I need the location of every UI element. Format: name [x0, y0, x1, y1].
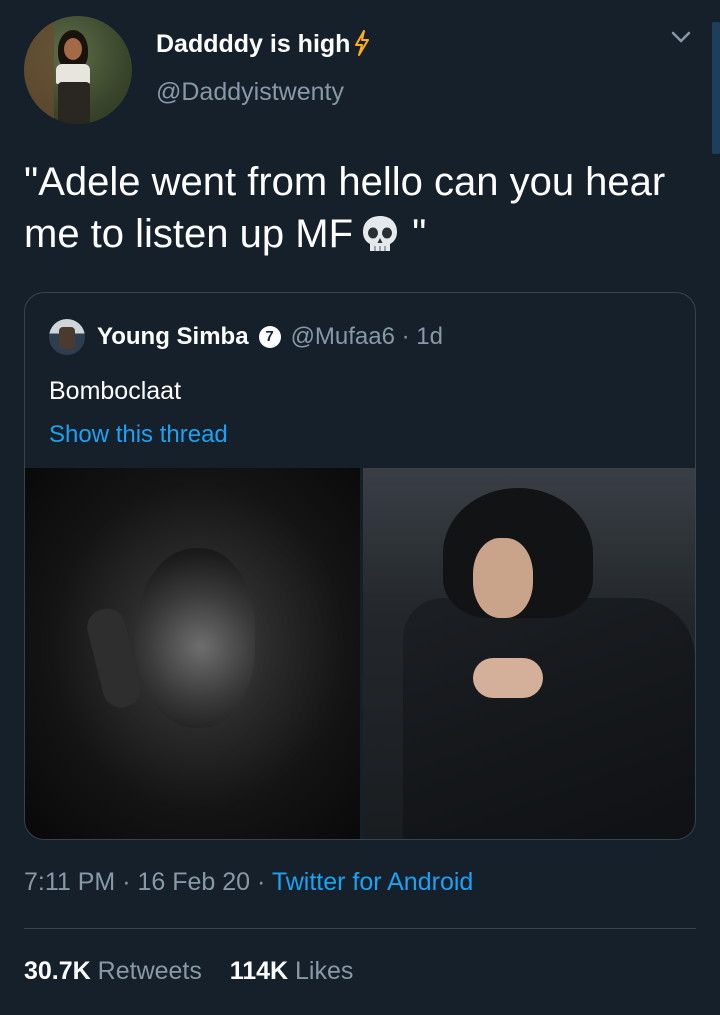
- author-name-text: Daddddy is high: [156, 30, 351, 58]
- quoted-author-avatar[interactable]: [49, 319, 85, 355]
- quoted-author-name[interactable]: Young Simba: [97, 323, 249, 351]
- skull-icon: [363, 216, 398, 251]
- tweet-meta: 7:11 PM · 16 Feb 20 · Twitter for Androi…: [24, 868, 473, 897]
- retweets-stat[interactable]: 30.7K Retweets: [24, 957, 202, 985]
- quoted-handle-time: @Mufaa6 · 1d: [290, 323, 443, 350]
- tweet-text-end: ": [401, 212, 427, 256]
- retweets-label: Retweets: [90, 957, 202, 985]
- tweet-timestamp: 7:11 PM · 16 Feb 20 ·: [24, 868, 272, 896]
- tweet-text: "Adele went from hello can you hear me t…: [24, 156, 684, 260]
- tweet-stats: 30.7K Retweets 114K Likes: [24, 957, 353, 986]
- author-avatar[interactable]: [24, 16, 132, 124]
- likes-count: 114K: [229, 957, 289, 985]
- author-handle[interactable]: @Daddyistwenty: [156, 78, 344, 107]
- tweet-source-link[interactable]: Twitter for Android: [272, 868, 473, 896]
- quoted-image-right[interactable]: [363, 468, 695, 839]
- tweet-header: Daddddy is high @Daddyistwenty: [24, 16, 714, 126]
- quoted-image-left[interactable]: [25, 468, 360, 839]
- divider: [24, 928, 696, 929]
- quoted-tweet[interactable]: Young Simba 7 @Mufaa6 · 1d Bomboclaat Sh…: [24, 292, 696, 840]
- likes-label: Likes: [288, 957, 354, 985]
- chevron-down-icon[interactable]: [670, 26, 692, 48]
- verified-badge-icon: 7: [258, 326, 281, 348]
- likes-stat[interactable]: 114K Likes: [230, 957, 354, 985]
- show-thread-link[interactable]: Show this thread: [49, 421, 228, 449]
- retweets-count: 30.7K: [24, 957, 91, 985]
- lightning-icon: [355, 30, 370, 56]
- quoted-tweet-header: Young Simba 7 @Mufaa6 · 1d: [49, 317, 443, 357]
- tweet-text-body: "Adele went from hello can you hear me t…: [24, 160, 666, 256]
- quoted-tweet-text: Bomboclaat: [49, 377, 182, 405]
- author-display-name[interactable]: Daddddy is high: [156, 30, 370, 59]
